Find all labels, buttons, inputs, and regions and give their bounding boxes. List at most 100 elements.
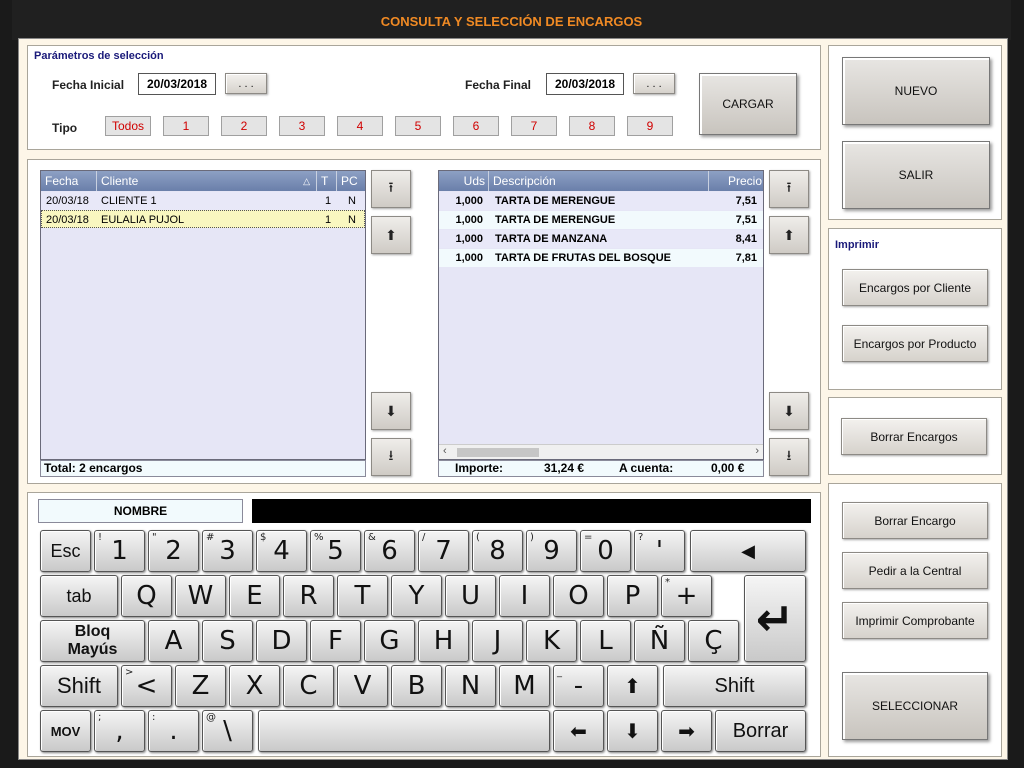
key-arrow-left[interactable]: ⬅ — [553, 710, 604, 752]
key-arrow-right[interactable]: ➡ — [661, 710, 712, 752]
key-x[interactable]: X — [229, 665, 280, 707]
key-p[interactable]: P — [607, 575, 658, 617]
pedir-a-la-central-button[interactable]: Pedir a la Central — [842, 552, 988, 589]
key-s[interactable]: S — [202, 620, 253, 662]
key-u[interactable]: U — [445, 575, 496, 617]
tipo-todos-button[interactable]: Todos — [105, 116, 151, 136]
tipo-7-button[interactable]: 7 — [511, 116, 557, 136]
fecha-final-picker-button[interactable]: . . . — [633, 73, 675, 94]
key-y[interactable]: Y — [391, 575, 442, 617]
tipo-5-button[interactable]: 5 — [395, 116, 441, 136]
products-first-button[interactable]: ⭱ — [769, 170, 809, 208]
scroll-left-icon[interactable]: ‹ — [443, 445, 447, 457]
key-1[interactable]: ! 1 — [94, 530, 145, 572]
key-3[interactable]: #3 — [202, 530, 253, 572]
key-v[interactable]: V — [337, 665, 388, 707]
orders-row[interactable]: 20/03/18 CLIENTE 1 1 N — [41, 192, 365, 210]
key-o[interactable]: O — [553, 575, 604, 617]
orders-col-pc[interactable]: PC — [337, 171, 365, 191]
key-esc[interactable]: Esc — [40, 530, 91, 572]
key-d[interactable]: D — [256, 620, 307, 662]
key-t[interactable]: T — [337, 575, 388, 617]
key-a[interactable]: A — [148, 620, 199, 662]
orders-next-button[interactable]: ⬇ — [371, 392, 411, 430]
products-last-button[interactable]: ⭳ — [769, 438, 809, 476]
key-0[interactable]: = 0 — [580, 530, 631, 572]
orders-last-button[interactable]: ⭳ — [371, 438, 411, 476]
products-row[interactable]: 1,000 TARTA DE FRUTAS DEL BOSQUE 7,81 — [439, 249, 763, 267]
key-g[interactable]: G — [364, 620, 415, 662]
key-f[interactable]: F — [310, 620, 361, 662]
key-shift-right[interactable]: Shift — [663, 665, 806, 707]
key-cedilla[interactable]: Ç — [688, 620, 739, 662]
products-col-uds[interactable]: Uds — [439, 171, 489, 191]
key-tab[interactable]: tab — [40, 575, 118, 617]
key-c[interactable]: C — [283, 665, 334, 707]
key-4[interactable]: $4 — [256, 530, 307, 572]
orders-col-cliente[interactable]: Cliente △ — [97, 171, 317, 191]
key-space[interactable] — [258, 710, 550, 752]
tipo-2-button[interactable]: 2 — [221, 116, 267, 136]
key-backspace[interactable]: ◀ — [690, 530, 806, 572]
encargos-por-cliente-button[interactable]: Encargos por Cliente — [842, 269, 988, 306]
seleccionar-button[interactable]: SELECCIONAR — [842, 672, 988, 740]
products-col-precio[interactable]: Precio — [709, 171, 763, 191]
key-enye[interactable]: Ñ — [634, 620, 685, 662]
tipo-3-button[interactable]: 3 — [279, 116, 325, 136]
key-n[interactable]: N — [445, 665, 496, 707]
nuevo-button[interactable]: NUEVO — [842, 57, 990, 125]
key-z[interactable]: Z — [175, 665, 226, 707]
key-6[interactable]: & 6 — [364, 530, 415, 572]
imprimir-comprobante-button[interactable]: Imprimir Comprobante — [842, 602, 988, 639]
key-plus[interactable]: * + — [661, 575, 712, 617]
key-w[interactable]: W — [175, 575, 226, 617]
key-q[interactable]: Q — [121, 575, 172, 617]
products-row[interactable]: 1,000 TARTA DE MANZANA 8,41 — [439, 230, 763, 248]
key-arrow-up[interactable]: ⬆ — [607, 665, 658, 707]
borrar-encargo-button[interactable]: Borrar Encargo — [842, 502, 988, 539]
products-hscrollbar[interactable]: ‹ › — [439, 444, 763, 459]
orders-prev-button[interactable]: ⬆ — [371, 216, 411, 254]
key-e[interactable]: E — [229, 575, 280, 617]
orders-col-fecha[interactable]: Fecha — [41, 171, 97, 191]
tipo-9-button[interactable]: 9 — [627, 116, 673, 136]
key-dot[interactable]: :. — [148, 710, 199, 752]
orders-grid[interactable]: Fecha Cliente △ T PC 20/03/18 CLIENTE 1 1… — [40, 170, 366, 460]
key-mov[interactable]: MOV — [40, 710, 91, 752]
borrar-encargos-button[interactable]: Borrar Encargos — [841, 418, 987, 455]
fecha-inicial-field[interactable]: 20/03/2018 — [138, 73, 216, 95]
products-next-button[interactable]: ⬇ — [769, 392, 809, 430]
salir-button[interactable]: SALIR — [842, 141, 990, 209]
key-l[interactable]: L — [580, 620, 631, 662]
key-apostrophe[interactable]: ? ' — [634, 530, 685, 572]
key-r[interactable]: R — [283, 575, 334, 617]
products-row[interactable]: 1,000 TARTA DE MERENGUE 7,51 — [439, 192, 763, 210]
key-borrar[interactable]: Borrar — [715, 710, 806, 752]
key-comma[interactable]: ;, — [94, 710, 145, 752]
tipo-1-button[interactable]: 1 — [163, 116, 209, 136]
key-k[interactable]: K — [526, 620, 577, 662]
scroll-right-icon[interactable]: › — [755, 445, 759, 457]
cargar-button[interactable]: CARGAR — [699, 73, 797, 135]
fecha-inicial-picker-button[interactable]: . . . — [225, 73, 267, 94]
encargos-por-producto-button[interactable]: Encargos por Producto — [842, 325, 988, 362]
orders-first-button[interactable]: ⭱ — [371, 170, 411, 208]
key-bloq-mayus[interactable]: Bloq Mayús — [40, 620, 145, 662]
scrollbar-thumb[interactable] — [457, 448, 539, 457]
key-5[interactable]: % 5 — [310, 530, 361, 572]
products-prev-button[interactable]: ⬆ — [769, 216, 809, 254]
key-backslash[interactable]: @ \ — [202, 710, 253, 752]
orders-row-selected[interactable]: 20/03/18 EULALIA PUJOL 1 N — [41, 210, 365, 228]
fecha-final-field[interactable]: 20/03/2018 — [546, 73, 624, 95]
key-h[interactable]: H — [418, 620, 469, 662]
key-m[interactable]: M — [499, 665, 550, 707]
products-col-descripcion[interactable]: Descripción — [489, 171, 709, 191]
products-grid[interactable]: Uds Descripción Precio 1,000 TARTA DE ME… — [438, 170, 764, 460]
key-b[interactable]: B — [391, 665, 442, 707]
tipo-8-button[interactable]: 8 — [569, 116, 615, 136]
key-j[interactable]: J — [472, 620, 523, 662]
orders-col-t[interactable]: T — [317, 171, 337, 191]
key-2[interactable]: " 2 — [148, 530, 199, 572]
key-9[interactable]: ) 9 — [526, 530, 577, 572]
key-arrow-down[interactable]: ⬇ — [607, 710, 658, 752]
